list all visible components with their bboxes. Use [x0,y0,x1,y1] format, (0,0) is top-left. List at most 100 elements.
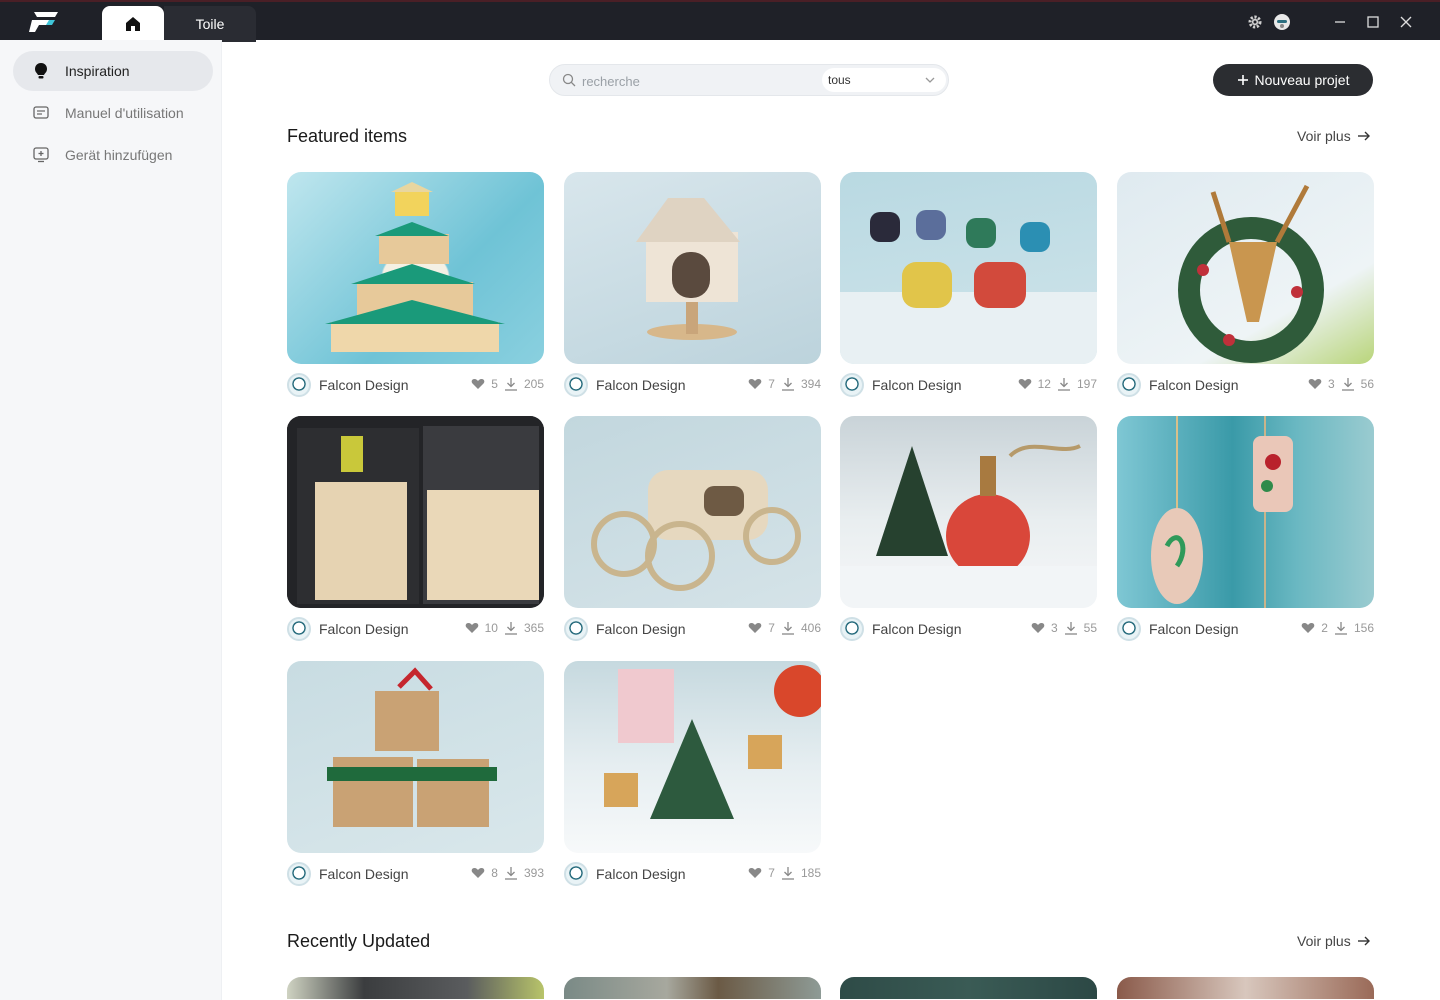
download-icon[interactable] [1064,621,1078,635]
author-name[interactable]: Falcon Design [319,377,409,393]
heart-icon[interactable] [1308,378,1322,390]
heart-icon[interactable] [748,867,762,879]
item-card[interactable]: Falcon Design 7 185 [564,661,821,887]
author-name[interactable]: Falcon Design [872,621,962,637]
recent-item-thumbnail[interactable] [564,977,821,999]
close-icon[interactable] [1396,12,1416,32]
likes-count: 5 [491,377,498,391]
item-thumbnail[interactable] [840,416,1097,608]
author-avatar[interactable] [840,617,864,641]
search-filter-select[interactable]: tous [822,68,946,92]
downloads-count: 185 [800,866,821,880]
item-thumbnail[interactable] [1117,172,1374,364]
download-icon[interactable] [781,621,795,635]
gear-icon[interactable] [1245,12,1265,32]
heart-icon[interactable] [471,867,485,879]
maximize-icon[interactable] [1363,12,1383,32]
sidebar-item-inspiration[interactable]: Inspiration [13,51,213,91]
author-avatar[interactable] [287,862,311,886]
author-name[interactable]: Falcon Design [596,377,686,393]
manual-icon [31,103,51,123]
heart-icon[interactable] [1018,378,1032,390]
see-more-label: Voir plus [1297,933,1351,949]
heart-icon[interactable] [1301,622,1315,634]
item-card[interactable]: Falcon Design 7 394 [564,172,821,398]
author-avatar[interactable] [287,373,311,397]
reindeer-wreath-illustration [1178,184,1324,363]
recent-item-thumbnail[interactable] [1117,977,1374,999]
downloads-count: 56 [1360,377,1374,391]
user-avatar-icon[interactable] [1272,12,1292,32]
sidebar-item-manual[interactable]: Manuel d'utilisation [13,93,213,133]
author-name[interactable]: Falcon Design [319,621,409,637]
item-card[interactable]: Falcon Design 2 156 [1117,416,1374,642]
author-name[interactable]: Falcon Design [596,621,686,637]
download-icon[interactable] [781,377,795,391]
download-icon[interactable] [504,866,518,880]
recent-see-more-link[interactable]: Voir plus [1297,933,1371,949]
author-avatar[interactable] [840,373,864,397]
pencil-engrave-jig-illustration [287,416,544,608]
author-name[interactable]: Falcon Design [319,866,409,882]
item-card[interactable]: Falcon Design 8 393 [287,661,544,887]
likes-count: 3 [1327,377,1335,391]
minimize-icon[interactable] [1330,12,1350,32]
search-bar: tous [549,64,949,96]
item-thumbnail[interactable] [564,416,821,608]
item-thumbnail[interactable] [287,416,544,608]
recent-item-thumbnail[interactable] [287,977,544,999]
author-avatar[interactable] [564,617,588,641]
ornaments-illustration [1151,416,1293,608]
heart-icon[interactable] [1031,622,1045,634]
download-icon[interactable] [1334,621,1348,635]
recent-item-thumbnail[interactable] [840,977,1097,999]
new-project-button[interactable]: Nouveau projet [1213,64,1373,96]
download-icon[interactable] [504,621,518,635]
item-thumbnail[interactable] [287,172,544,364]
download-icon[interactable] [781,866,795,880]
lightbulb-icon [31,61,51,81]
author-name[interactable]: Falcon Design [1149,621,1239,637]
heart-icon[interactable] [465,622,479,634]
heart-icon[interactable] [748,622,762,634]
downloads-count: 365 [523,621,544,635]
tab-home[interactable] [102,6,164,42]
item-card[interactable]: Falcon Design 3 55 [840,416,1097,642]
ducks-illustration [840,210,1097,364]
wooden-house-illustration [636,198,740,340]
sidebar-item-add-device[interactable]: Gerät hinzufügen [13,135,213,175]
author-name[interactable]: Falcon Design [1149,377,1239,393]
author-avatar[interactable] [564,373,588,397]
likes-count: 7 [768,866,775,880]
author-avatar[interactable] [1117,373,1141,397]
item-thumbnail[interactable] [564,172,821,364]
gift-boxes-illustration [327,667,497,827]
house-pyramid-illustration [325,182,505,352]
item-card[interactable]: Falcon Design 10 365 [287,416,544,642]
search-input[interactable] [582,70,802,92]
carriage-illustration [591,470,801,591]
download-icon[interactable] [1341,377,1355,391]
item-card[interactable]: Falcon Design 12 197 [840,172,1097,398]
author-name[interactable]: Falcon Design [596,866,686,882]
heart-icon[interactable] [471,378,485,390]
add-device-icon [31,145,51,165]
item-thumbnail[interactable] [840,172,1097,364]
author-avatar[interactable] [287,617,311,641]
download-icon[interactable] [504,377,518,391]
search-icon [562,73,576,87]
item-card[interactable]: Falcon Design 7 406 [564,416,821,642]
author-name[interactable]: Falcon Design [872,377,962,393]
item-thumbnail[interactable] [1117,416,1374,608]
download-icon[interactable] [1057,377,1071,391]
item-card[interactable]: Falcon Design 5 205 [287,172,544,398]
heart-icon[interactable] [748,378,762,390]
item-thumbnail[interactable] [287,661,544,853]
item-thumbnail[interactable] [564,661,821,853]
author-avatar[interactable] [1117,617,1141,641]
item-card[interactable]: Falcon Design 3 56 [1117,172,1374,398]
featured-see-more-link[interactable]: Voir plus [1297,128,1371,144]
downloads-count: 55 [1083,621,1097,635]
author-avatar[interactable] [564,862,588,886]
tab-canvas[interactable]: Toile [164,6,256,42]
